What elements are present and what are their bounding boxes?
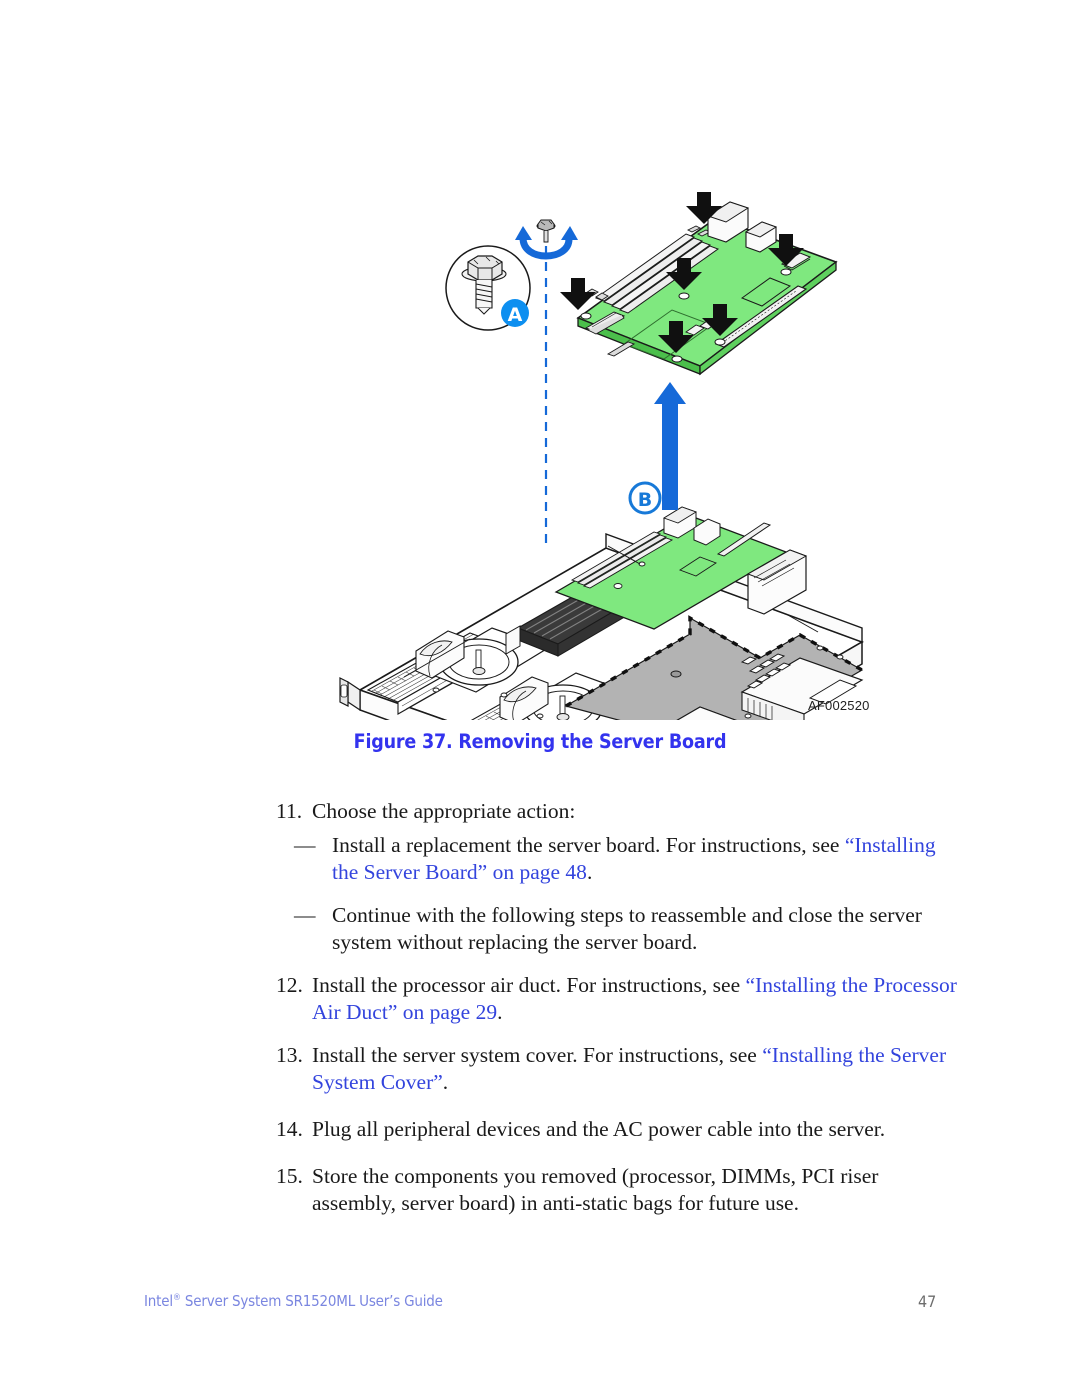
step-11-sub-a-text: Install a replacement the server board. … [332,832,962,886]
screw-detail-group: A [445,245,531,331]
step-13-seg-0: Install the server system cover. For ins… [312,1043,763,1067]
server-board-group [560,192,838,376]
step-11-sub-a-dash: — [294,833,316,857]
page-footer: Intel® Server System SR1520ML User’s Gui… [0,1292,1080,1332]
step-14: 14. Plug all peripheral devices and the … [0,1116,1080,1143]
callout-b-label: B [638,489,652,511]
step-11-number: 11. [276,799,303,823]
step-12-seg-0: Install the processor air duct. For inst… [312,973,746,997]
step-15: 15. Store the components you removed (pr… [0,1163,1080,1217]
step-12-text: Install the processor air duct. For inst… [312,972,962,1026]
step-13-number: 13. [276,1043,303,1067]
step-14-seg-0: Plug all peripheral devices and the AC p… [312,1117,886,1141]
step-14-number: 14. [276,1117,303,1141]
screw-arrow-1 [560,278,596,310]
server-board-removal-diagram: A B [339,192,864,720]
step-15-seg-0: Store the components you removed (proces… [312,1164,879,1215]
step-15-text: Store the components you removed (proces… [312,1163,962,1217]
document-page: A B AF002520 Figure 37. Removing the Ser… [0,0,1080,1397]
rotation-arrowhead-right [561,226,578,240]
step-14-text: Plug all peripheral devices and the AC p… [312,1116,962,1143]
step-11-sub-a-seg-0: Install a replacement the server board. … [332,833,845,857]
step-11-sub-b-dash: — [294,903,316,927]
figure-id-label: AF002520 [808,698,870,713]
callout-a-label: A [508,304,523,326]
step-13: 13. Install the server system cover. For… [0,1042,1080,1096]
footer-title-rest: Server System SR1520ML User’s Guide [180,1292,443,1310]
small-screw-icon [536,219,556,243]
server-chassis-group [339,506,864,720]
step-11-seg-0: Choose the appropriate action: [312,799,576,823]
step-11-sub-b-seg-0: Continue with the following steps to rea… [332,903,922,954]
step-12: 12. Install the processor air duct. For … [0,972,1080,1026]
step-11-sub-a: — Install a replacement the server board… [0,832,1080,886]
step-12-number: 12. [276,973,303,997]
footer-document-title: Intel® Server System SR1520ML User’s Gui… [144,1292,443,1310]
figure-illustration: A B AF002520 [0,150,1080,720]
board-lift-arrow-group: B [628,382,686,515]
step-13-text: Install the server system cover. For ins… [312,1042,962,1096]
step-13-seg-2: . [442,1070,449,1094]
tray-screw-hole [670,670,682,678]
step-11-text: Choose the appropriate action: [312,798,962,825]
step-11-sub-b: — Continue with the following steps to r… [0,902,1080,956]
instruction-step-list: 11. Choose the appropriate action: — Ins… [0,798,1080,1224]
page-number: 47 [918,1292,937,1311]
registered-mark-icon: ® [172,1293,181,1303]
step-11-sub-a-seg-2: . [586,860,593,884]
step-12-seg-2: . [497,1000,503,1024]
footer-brand: Intel [144,1292,173,1310]
figure-caption: Figure 37. Removing the Server Board [353,730,727,753]
step-11: 11. Choose the appropriate action: [0,798,1080,825]
step-11-sub-b-text: Continue with the following steps to rea… [332,902,962,956]
rotation-arrowhead-left [515,226,532,240]
step-15-number: 15. [276,1164,303,1188]
